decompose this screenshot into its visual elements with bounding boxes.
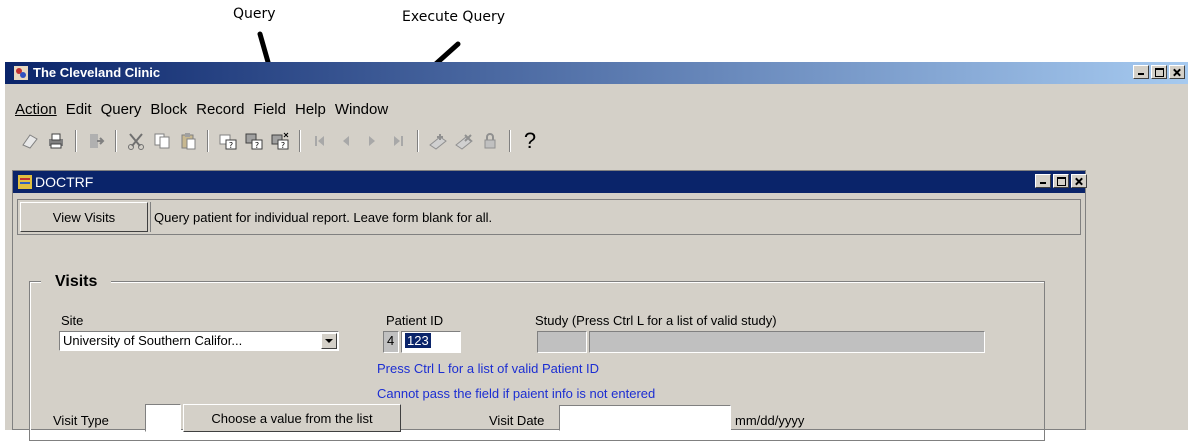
visits-group-title: Visits — [41, 273, 112, 291]
study-label: Study (Press Ctrl L for a list of valid … — [535, 313, 777, 328]
cut-icon[interactable] — [125, 130, 147, 152]
study-name-field[interactable] — [589, 331, 985, 353]
previous-record-icon[interactable] — [335, 130, 357, 152]
menu-edit[interactable]: Edit — [66, 101, 92, 118]
form-topbar: View Visits Query patient for individual… — [17, 199, 1081, 235]
lock-record-icon[interactable] — [479, 130, 501, 152]
topbar-divider — [150, 202, 151, 232]
help-icon[interactable]: ? — [519, 128, 541, 153]
patient-id-field[interactable]: 123 — [401, 331, 461, 353]
app-titlebar: The Cleveland Clinic — [5, 62, 1188, 84]
view-visits-button[interactable]: View Visits — [20, 202, 148, 232]
toolbar-separator — [299, 130, 301, 152]
patient-prefix-field[interactable]: 4 — [383, 331, 399, 353]
paste-icon[interactable] — [177, 130, 199, 152]
patient-prefix-value: 4 — [387, 333, 395, 348]
patient-required-hint: Cannot pass the field if paient info is … — [377, 386, 656, 401]
site-label: Site — [61, 313, 84, 328]
menu-block[interactable]: Block — [150, 101, 187, 118]
toolbar-separator — [417, 130, 419, 152]
app-minimize-button[interactable] — [1133, 65, 1149, 79]
menu-action[interactable]: Action — [15, 101, 57, 118]
help-glyph: ? — [523, 128, 537, 153]
app-maximize-button[interactable] — [1151, 65, 1167, 79]
app-title: The Cleveland Clinic — [33, 65, 161, 80]
form-minimize-button[interactable] — [1035, 174, 1051, 188]
form-window: DOCTRF View Visits Query patient for ind… — [12, 170, 1087, 441]
toolbar-separator — [115, 130, 117, 152]
menu-field[interactable]: Field — [253, 101, 286, 118]
patient-id-label: Patient ID — [386, 313, 444, 328]
visit-date-label: Visit Date — [489, 413, 545, 428]
form-icon — [18, 175, 32, 189]
cancel-query-icon[interactable]: ? — [269, 130, 291, 152]
menu-query[interactable]: Query — [101, 101, 142, 118]
form-window-controls — [1033, 174, 1087, 188]
execute-query-icon[interactable]: ? — [243, 130, 265, 152]
site-select[interactable]: University of Southern Califor... — [59, 331, 339, 351]
patient-id-value: 123 — [405, 333, 431, 348]
svg-text:?: ? — [255, 141, 259, 150]
choose-value-button[interactable]: Choose a value from the list — [183, 404, 401, 432]
first-record-icon[interactable] — [309, 130, 331, 152]
copy-icon[interactable] — [151, 130, 173, 152]
svg-text:?: ? — [229, 141, 233, 150]
form-close-button[interactable] — [1071, 174, 1087, 188]
delete-record-icon[interactable] — [453, 130, 475, 152]
menu-window[interactable]: Window — [335, 101, 388, 118]
visit-type-label: Visit Type — [53, 413, 109, 428]
instruction-text: Query patient for individual report. Lea… — [154, 210, 493, 225]
enter-query-icon[interactable]: ? — [217, 130, 239, 152]
visit-date-format: mm/dd/yyyy — [735, 413, 805, 428]
menu-help[interactable]: Help — [295, 101, 326, 118]
print-icon[interactable] — [45, 130, 67, 152]
app-close-button[interactable] — [1169, 65, 1185, 79]
form-maximize-button[interactable] — [1053, 174, 1069, 188]
exit-icon[interactable] — [85, 130, 107, 152]
form-title: DOCTRF — [35, 174, 94, 190]
toolbar-separator — [207, 130, 209, 152]
toolbar-separator — [509, 130, 511, 152]
insert-record-icon[interactable] — [427, 130, 449, 152]
toolbar: ? ? ? ? — [19, 127, 545, 155]
app-logo-icon — [14, 66, 28, 80]
site-value: University of Southern Califor... — [63, 333, 243, 348]
save-icon[interactable] — [19, 130, 41, 152]
svg-text:?: ? — [281, 141, 285, 150]
chevron-down-icon[interactable] — [321, 333, 337, 349]
menu-bar: Action Edit Query Block Record Field Hel… — [15, 101, 397, 118]
app-window-controls — [1131, 65, 1185, 79]
query-annotation-label: Query — [233, 6, 276, 22]
patient-id-hint: Press Ctrl L for a list of valid Patient… — [377, 361, 600, 376]
menu-record[interactable]: Record — [196, 101, 244, 118]
form-titlebar: DOCTRF — [13, 171, 1087, 193]
visit-type-field[interactable] — [145, 404, 181, 432]
execute-query-annotation-label: Execute Query — [402, 9, 505, 25]
last-record-icon[interactable] — [387, 130, 409, 152]
toolbar-separator — [75, 130, 77, 152]
study-code-field[interactable] — [537, 331, 587, 353]
visit-date-field[interactable] — [559, 405, 731, 431]
next-record-icon[interactable] — [361, 130, 383, 152]
